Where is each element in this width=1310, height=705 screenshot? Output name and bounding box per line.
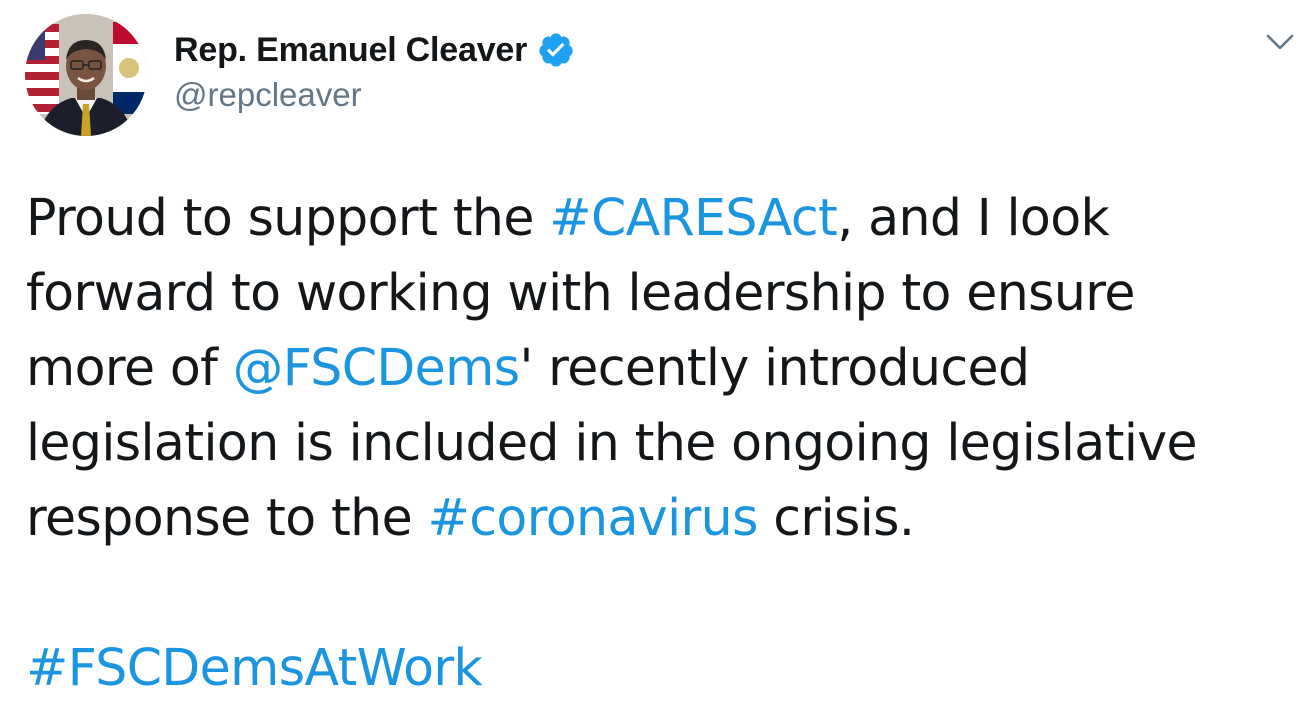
hashtag-caresact-link[interactable]: #CARESAct: [549, 188, 838, 247]
mention-fscdems-link[interactable]: @FSCDems: [233, 338, 520, 397]
hashtag-coronavirus-link[interactable]: #coronavirus: [428, 488, 759, 547]
avatar[interactable]: [25, 14, 147, 136]
text-segment: , and I look: [837, 188, 1110, 247]
text-segment: more of: [26, 338, 233, 397]
chevron-down-icon[interactable]: [1262, 30, 1298, 54]
text-segment: crisis.: [757, 488, 915, 547]
tweet-text: Proud to support the #CARESAct, and I lo…: [26, 180, 1296, 705]
tweet-line: forward to working with leadership to en…: [26, 263, 1135, 322]
hashtag-fscdemsatwork-link[interactable]: #FSCDemsAtWork: [26, 638, 483, 697]
text-segment: response to the: [26, 488, 428, 547]
tweet-line: response to the #coronavirus crisis.: [26, 480, 1296, 555]
text-segment: Proud to support the: [26, 188, 550, 247]
tweet-card: Rep. Emanuel Cleaver @repcleaver Proud t…: [0, 0, 1310, 704]
display-name[interactable]: Rep. Emanuel Cleaver: [174, 31, 527, 70]
tweet-line: #FSCDemsAtWork: [26, 630, 1296, 705]
author-info: Rep. Emanuel Cleaver @repcleaver: [174, 28, 575, 114]
handle[interactable]: @repcleaver: [174, 76, 575, 114]
tweet-line: Proud to support the #CARESAct, and I lo…: [26, 180, 1296, 255]
verified-badge-icon: [537, 31, 575, 69]
text-segment: ' recently introduced: [519, 338, 1030, 397]
tweet-line: legislation is included in the ongoing l…: [26, 413, 1198, 472]
name-row: Rep. Emanuel Cleaver: [174, 28, 575, 72]
tweet-line: more of @FSCDems' recently introduced: [26, 330, 1296, 405]
